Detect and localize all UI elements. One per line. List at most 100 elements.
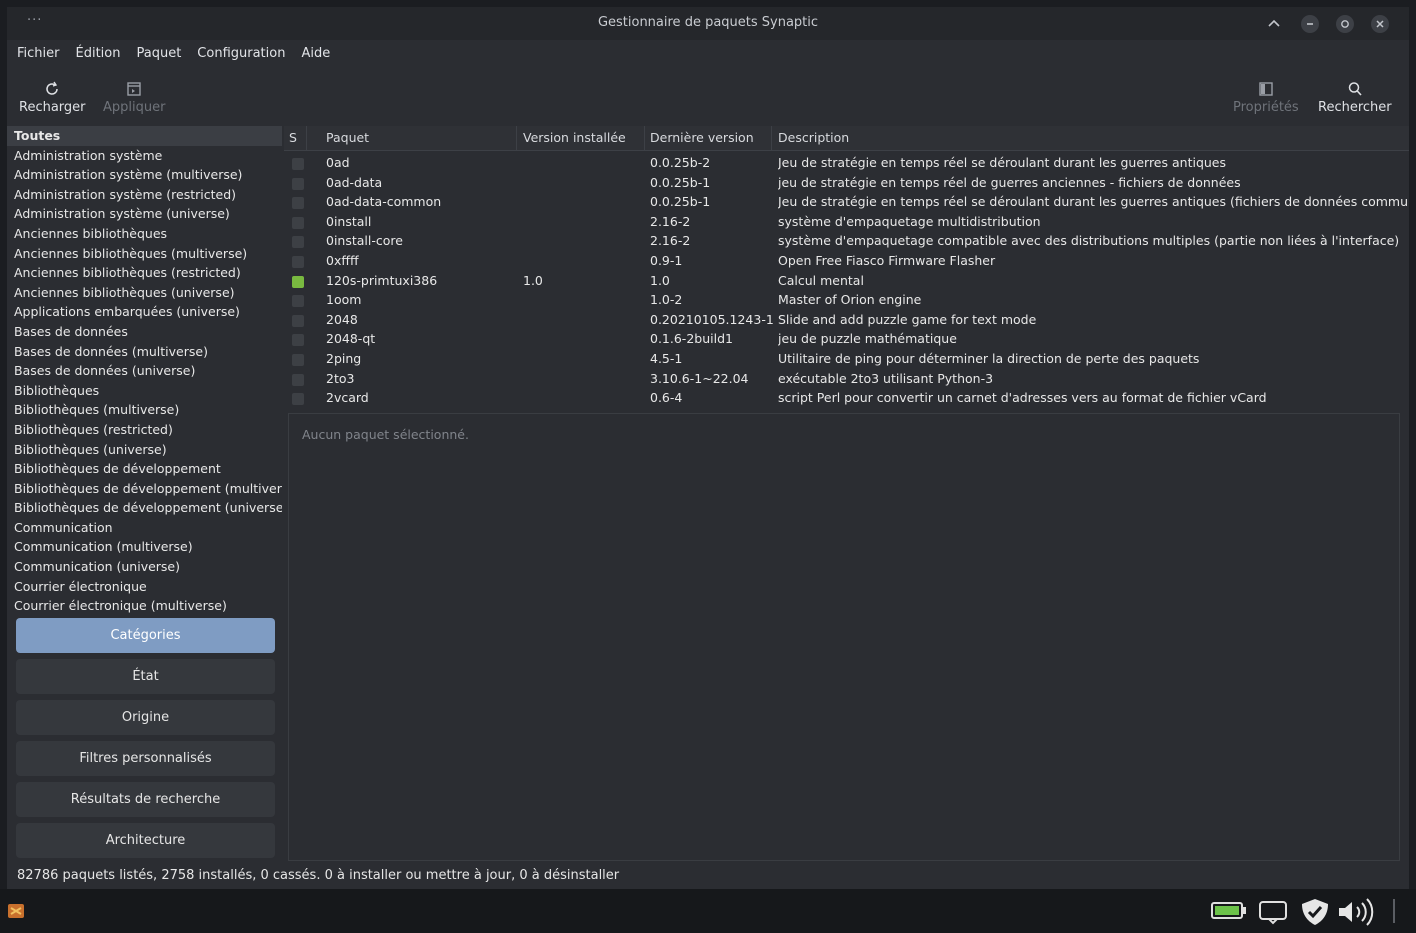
category-item[interactable]: Communication (multiverse) xyxy=(7,537,282,557)
filter-search-results-button[interactable]: Résultats de recherche xyxy=(16,782,275,817)
table-row[interactable]: 0ad-data 0.0.25b-1 jeu de stratégie en tem… xyxy=(284,174,1409,194)
filter-state-button[interactable]: État xyxy=(16,659,275,694)
not-installed-status-icon[interactable] xyxy=(292,158,304,170)
category-item[interactable]: Bibliothèques (multiverse) xyxy=(7,400,282,420)
table-row[interactable]: 0ad-data-common 0.0.25b-1 Jeu de stratégie… xyxy=(284,193,1409,213)
installed-version-cell: 1.0 xyxy=(523,272,543,288)
status-text: 82786 paquets listés, 2758 installés, 0 … xyxy=(17,868,620,883)
installed-status-icon[interactable] xyxy=(292,275,304,288)
table-row[interactable]: 2048 0.20210105.1243-1 Slide and add puzzl… xyxy=(284,311,1409,331)
volume-icon[interactable] xyxy=(1336,897,1382,931)
shade-window-icon[interactable] xyxy=(1265,13,1283,31)
not-installed-status-icon[interactable] xyxy=(292,236,304,249)
status-bar: 82786 paquets listés, 2758 installés, 0 … xyxy=(7,865,1409,889)
properties-button[interactable]: Propriétés xyxy=(1233,80,1299,115)
apply-button[interactable]: Appliquer xyxy=(103,80,165,115)
column-status[interactable]: S xyxy=(289,130,297,145)
not-installed-status-icon[interactable] xyxy=(292,216,304,229)
column-divider xyxy=(644,126,645,150)
toolbar: Recharger Appliquer Propriétés Recherche… xyxy=(7,68,1409,126)
package-name-cell: 2048-qt xyxy=(326,331,376,347)
table-row[interactable]: 0ad 0.0.25b-2 Jeu de stratégie en temps ré… xyxy=(284,154,1409,174)
table-header: S Paquet Version installée Dernière vers… xyxy=(284,126,1409,151)
category-item[interactable]: Administration système xyxy=(7,146,282,166)
reload-button[interactable]: Recharger xyxy=(19,80,86,115)
menu-package[interactable]: Paquet xyxy=(127,40,188,61)
category-item[interactable]: Bibliothèques de développement xyxy=(7,459,282,479)
category-item[interactable]: Anciennes bibliothèques xyxy=(7,224,282,244)
table-row[interactable]: 1oom 1.0-2 Master of Orion engine xyxy=(284,291,1409,311)
category-item[interactable]: Administration système (restricted) xyxy=(7,185,282,205)
not-installed-status-icon[interactable] xyxy=(292,353,304,366)
category-item[interactable]: Anciennes bibliothèques (restricted) xyxy=(7,263,282,283)
package-table: S Paquet Version installée Dernière vers… xyxy=(284,126,1409,412)
close-button[interactable] xyxy=(1371,15,1389,33)
category-item[interactable]: Anciennes bibliothèques (universe) xyxy=(7,283,282,303)
description-cell: jeu de puzzle mathématique xyxy=(778,331,957,347)
description-cell: script Perl pour convertir un carnet d'a… xyxy=(778,390,1267,406)
minimize-button[interactable] xyxy=(1301,15,1319,33)
category-item[interactable]: Applications embarquées (universe) xyxy=(7,302,282,322)
not-installed-status-icon[interactable] xyxy=(292,314,304,327)
filter-categories-button[interactable]: Catégories xyxy=(16,618,275,653)
category-item[interactable]: Bibliothèques xyxy=(7,381,282,401)
table-row[interactable]: 0install 2.16-2 système d'empaquetage mult… xyxy=(284,213,1409,233)
filter-origin-button[interactable]: Origine xyxy=(16,700,275,735)
taskbar xyxy=(0,889,1416,933)
description-cell: système d'empaquetage compatible avec de… xyxy=(778,233,1400,249)
not-installed-status-icon[interactable] xyxy=(292,373,304,386)
table-row[interactable]: 120s-primtuxi386 1.0 1.0 Calcul mental xyxy=(284,272,1409,292)
table-row[interactable]: 2to3 3.10.6-1~22.04 exécutable 2to3 utilis… xyxy=(284,370,1409,390)
category-item[interactable]: Anciennes bibliothèques (multiverse) xyxy=(7,244,282,264)
category-item[interactable]: Bibliothèques (restricted) xyxy=(7,420,282,440)
category-item[interactable]: Bases de données xyxy=(7,322,282,342)
table-row[interactable]: 0xffff 0.9-1 Open Free Fiasco Firmware Fla… xyxy=(284,252,1409,272)
latest-version-cell: 0.20210105.1243-1 xyxy=(650,311,774,327)
category-item[interactable]: Bibliothèques de développement (universe xyxy=(7,498,282,518)
category-item[interactable]: Bases de données (universe) xyxy=(7,361,282,381)
not-installed-status-icon[interactable] xyxy=(292,255,304,268)
shield-icon[interactable] xyxy=(1298,897,1332,931)
filter-custom-button[interactable]: Filtres personnalisés xyxy=(16,741,275,776)
category-item[interactable]: Administration système (multiverse) xyxy=(7,165,282,185)
title-bar: ··· Gestionnaire de paquets Synaptic xyxy=(7,7,1409,40)
category-item[interactable]: Bibliothèques de développement (multiver xyxy=(7,479,282,499)
not-installed-status-icon[interactable] xyxy=(292,334,304,347)
not-installed-status-icon[interactable] xyxy=(292,177,304,190)
column-description[interactable]: Description xyxy=(778,130,849,145)
table-row[interactable]: 0install-core 2.16-2 système d'empaquetage… xyxy=(284,232,1409,252)
description-cell: Open Free Fiasco Firmware Flasher xyxy=(778,252,996,268)
package-name-cell: 2vcard xyxy=(326,390,369,406)
category-item[interactable]: Bibliothèques (universe) xyxy=(7,440,282,460)
menu-edit[interactable]: Édition xyxy=(67,40,128,61)
display-icon[interactable] xyxy=(1256,897,1290,929)
category-item[interactable]: Courrier électronique xyxy=(7,577,282,597)
battery-icon[interactable] xyxy=(1210,897,1250,927)
category-item[interactable]: Administration système (universe) xyxy=(7,204,282,224)
menu-settings[interactable]: Configuration xyxy=(188,40,292,61)
search-button[interactable]: Rechercher xyxy=(1318,80,1392,115)
column-package[interactable]: Paquet xyxy=(326,130,369,145)
column-installed-version[interactable]: Version installée xyxy=(523,130,626,145)
maximize-button[interactable] xyxy=(1336,15,1354,33)
app-menu-icon[interactable] xyxy=(6,901,28,925)
category-item[interactable]: Communication (universe) xyxy=(7,557,282,577)
package-name-cell: 2048 xyxy=(326,311,358,327)
column-latest-version[interactable]: Dernière version xyxy=(650,130,754,145)
category-item[interactable]: Communication xyxy=(7,518,282,538)
menu-bar: Fichier Édition Paquet Configuration Aide xyxy=(7,40,1409,68)
table-row[interactable]: 2048-qt 0.1.6-2build1 jeu de puzzle mathém… xyxy=(284,330,1409,350)
filter-architecture-button[interactable]: Architecture xyxy=(16,823,275,858)
category-item[interactable]: Bases de données (multiverse) xyxy=(7,342,282,362)
not-installed-status-icon[interactable] xyxy=(292,197,304,210)
category-list[interactable]: Toutes Administration système Administrati… xyxy=(7,126,282,616)
menu-file[interactable]: Fichier xyxy=(7,40,67,61)
menu-help[interactable]: Aide xyxy=(292,40,337,61)
not-installed-status-icon[interactable] xyxy=(292,393,304,406)
not-installed-status-icon[interactable] xyxy=(292,295,304,308)
table-row[interactable]: 2vcard 0.6-4 script Perl pour convertir un… xyxy=(284,389,1409,409)
category-item[interactable]: Courrier électronique (multiverse) xyxy=(7,596,282,616)
table-row[interactable]: 2ping 4.5-1 Utilitaire de ping pour déterm… xyxy=(284,350,1409,370)
category-item[interactable]: Toutes xyxy=(7,126,282,146)
details-panel: Aucun paquet sélectionné. xyxy=(288,413,1400,861)
